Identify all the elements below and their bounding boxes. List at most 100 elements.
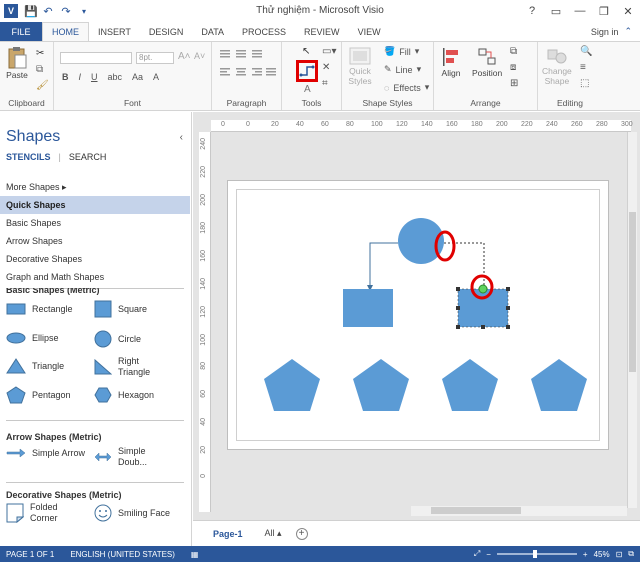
shape-pentagon[interactable]: Pentagon	[6, 386, 71, 404]
tab-design[interactable]: DESIGN	[140, 22, 193, 41]
paste-button[interactable]: Paste	[6, 46, 28, 80]
restore-button[interactable]: ❐	[592, 0, 616, 22]
rectangle-tool-icon[interactable]: ▭▾	[322, 46, 336, 57]
font-name-combo[interactable]	[60, 52, 132, 64]
diagram-rectangle-right-selected[interactable]	[457, 288, 509, 328]
sign-in-link[interactable]: Sign in	[591, 27, 619, 37]
diagram-pentagon-1[interactable]	[264, 359, 320, 411]
add-page-icon[interactable]: +	[295, 527, 308, 540]
horizontal-scrollbar[interactable]	[411, 506, 627, 516]
pointer-tool-icon[interactable]: ↖	[302, 46, 310, 57]
diagram-rectangle-left[interactable]	[343, 289, 393, 327]
all-pages-dropdown[interactable]: All ▴	[257, 528, 290, 539]
select-icon[interactable]: ⬚	[580, 78, 589, 89]
position-button[interactable]: Position	[472, 46, 502, 78]
change-shape-button[interactable]: Change Shape	[542, 46, 572, 86]
connector-tool-highlight[interactable]	[296, 60, 318, 82]
stencil-basic-shapes[interactable]: Basic Shapes	[0, 214, 190, 232]
italic-icon[interactable]: I	[79, 72, 82, 82]
connector-left[interactable]	[369, 242, 398, 288]
stencil-arrow-shapes[interactable]: Arrow Shapes	[0, 232, 190, 250]
tab-review[interactable]: REVIEW	[295, 22, 349, 41]
shape-triangle[interactable]: Triangle	[6, 358, 64, 374]
horizontal-scroll-thumb[interactable]	[431, 507, 521, 514]
text-tool-icon[interactable]: A	[304, 84, 311, 95]
zoom-level[interactable]: 45%	[594, 550, 610, 559]
line-button[interactable]: ✎ Line ▾	[384, 64, 421, 75]
format-painter-icon[interactable]: 🖌	[36, 80, 49, 91]
drawing-page[interactable]	[227, 180, 609, 450]
underline-icon[interactable]: U	[91, 72, 98, 82]
shape-hexagon[interactable]: Hexagon	[94, 386, 154, 404]
switch-windows-icon[interactable]: ⧉	[628, 549, 634, 559]
undo-icon[interactable]: ↶	[42, 5, 54, 18]
layers-icon[interactable]: ≡	[580, 62, 586, 73]
shape-rectangle[interactable]: Rectangle	[6, 302, 73, 316]
send-backward-icon[interactable]: ⧈	[510, 62, 516, 73]
minimize-button[interactable]: —	[568, 0, 592, 22]
ribbon-display-options-button[interactable]: ▭	[544, 0, 568, 22]
page-indicator[interactable]: PAGE 1 OF 1	[0, 550, 64, 559]
diagram-pentagon-4[interactable]	[531, 359, 587, 411]
shape-folded-corner[interactable]: Folded Corner	[6, 502, 70, 524]
tab-search[interactable]: SEARCH	[69, 152, 107, 162]
grow-font-icon[interactable]: A˄	[178, 51, 191, 62]
redo-icon[interactable]: ↷	[60, 5, 72, 18]
zoom-slider-knob[interactable]	[532, 550, 537, 558]
collapse-ribbon-icon[interactable]: ⌃	[624, 26, 632, 37]
zoom-in-icon[interactable]: +	[583, 550, 588, 559]
shape-right-triangle[interactable]: Right Triangle	[94, 356, 158, 378]
connection-point-green[interactable]	[478, 284, 488, 294]
tab-insert[interactable]: INSERT	[89, 22, 140, 41]
vertical-scroll-thumb[interactable]	[629, 212, 636, 372]
copy-icon[interactable]: ⧉	[36, 64, 43, 75]
bring-forward-icon[interactable]: ⧉	[510, 46, 517, 57]
zoom-slider[interactable]	[496, 550, 577, 558]
group-icon[interactable]: ⊞	[510, 78, 518, 89]
cut-icon[interactable]: ✂	[36, 48, 44, 59]
shape-smiling-face[interactable]: Smiling Face	[94, 504, 170, 522]
close-button[interactable]: ✕	[616, 0, 640, 22]
tab-process[interactable]: PROCESS	[233, 22, 295, 41]
tab-file[interactable]: FILE	[0, 22, 42, 41]
shape-circle[interactable]: Circle	[94, 330, 141, 348]
stencil-decorative-shapes[interactable]: Decorative Shapes	[0, 250, 190, 268]
shape-simple-double-arrow[interactable]: Simple Doub...	[94, 446, 158, 468]
vertical-scrollbar[interactable]	[627, 132, 637, 508]
stencil-quick-shapes[interactable]: Quick Shapes	[0, 196, 190, 214]
fit-to-window-icon[interactable]: ⤢	[474, 549, 480, 559]
diagram-pentagon-2[interactable]	[353, 359, 409, 411]
fit-page-icon[interactable]: ⊡	[616, 550, 623, 559]
save-icon[interactable]: 💾	[24, 5, 38, 18]
stencil-graph-math-shapes[interactable]: Graph and Math Shapes	[0, 268, 190, 286]
tab-home[interactable]: HOME	[42, 22, 89, 41]
page-tab-page-1[interactable]: Page-1	[199, 529, 257, 539]
stencil-more-shapes[interactable]: More Shapes ▸	[0, 178, 190, 196]
find-icon[interactable]: 🔍	[580, 46, 592, 57]
bold-icon[interactable]: B	[62, 72, 69, 82]
strikethrough-icon[interactable]: abc	[108, 72, 123, 82]
tab-stencils[interactable]: STENCILS	[6, 152, 51, 162]
collapse-pane-icon[interactable]: ‹	[180, 132, 183, 143]
font-color-icon[interactable]: A	[153, 72, 159, 82]
diagram-pentagon-3[interactable]	[442, 359, 498, 411]
paragraph-align-icons[interactable]	[218, 48, 278, 84]
shape-simple-arrow[interactable]: Simple Arrow	[6, 448, 85, 458]
fill-button[interactable]: 🪣 Fill ▾	[384, 46, 419, 57]
effects-button[interactable]: ◌ Effects ▾	[384, 82, 429, 93]
align-button[interactable]: Align	[440, 46, 462, 78]
tab-data[interactable]: DATA	[192, 22, 233, 41]
macro-record-icon[interactable]: ▦	[185, 550, 209, 559]
zoom-out-icon[interactable]: −	[486, 550, 491, 559]
customize-qat-icon[interactable]: ▾	[78, 7, 90, 16]
text-case-icon[interactable]: Aa	[132, 72, 143, 82]
font-size-combo[interactable]: 8pt.	[136, 52, 174, 64]
quick-styles-button[interactable]: Quick Styles	[348, 46, 372, 86]
shape-square[interactable]: Square	[94, 300, 147, 318]
shape-ellipse[interactable]: Ellipse	[6, 332, 59, 344]
connector-right-dragging[interactable]	[444, 242, 485, 289]
language-indicator[interactable]: ENGLISH (UNITED STATES)	[64, 550, 185, 559]
close-x-icon[interactable]: ✕	[322, 62, 330, 73]
shrink-font-icon[interactable]: A˅	[194, 51, 205, 61]
tab-view[interactable]: VIEW	[349, 22, 390, 41]
